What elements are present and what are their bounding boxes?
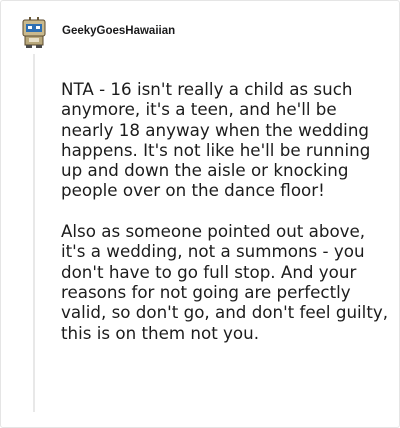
comment-paragraph: Also as someone pointed out above, it's …	[61, 221, 389, 343]
comment-author[interactable]: GeekyGoesHawaiian	[62, 25, 175, 37]
comment-paragraph: NTA - 16 isn't really a child as such an…	[61, 79, 371, 201]
robot-avatar-icon	[22, 17, 46, 48]
thread-collapse-line[interactable]	[33, 54, 35, 412]
user-avatar[interactable]	[20, 16, 48, 48]
comment-body: NTA - 16 isn't really a child as such an…	[61, 79, 393, 343]
